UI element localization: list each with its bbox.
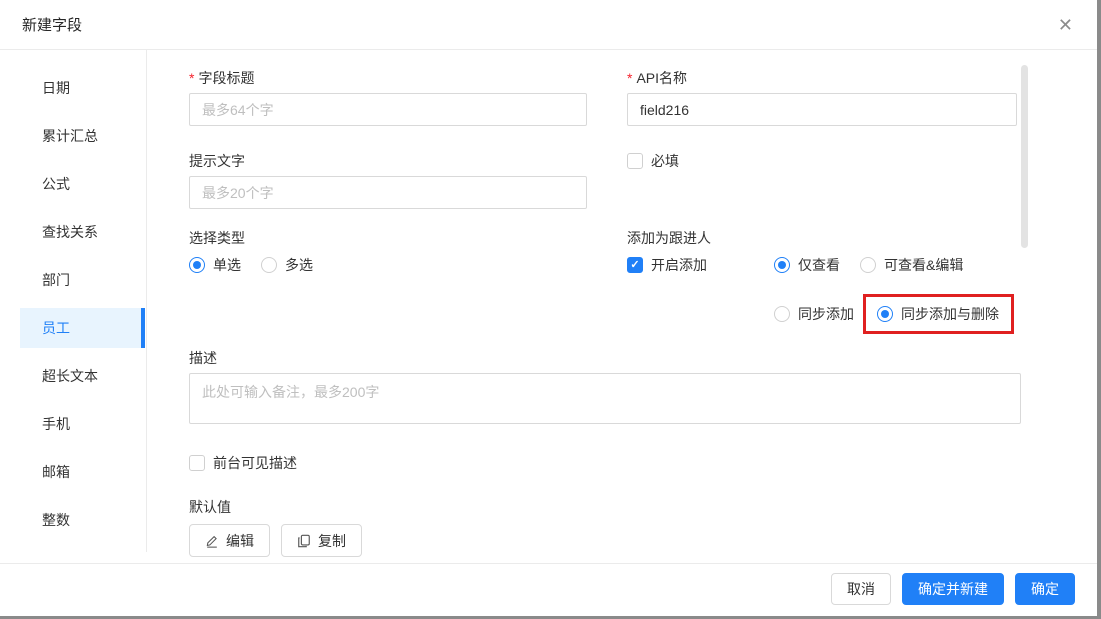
required-checkbox-label: 必填: [651, 151, 679, 171]
front-visible-checkbox[interactable]: [189, 455, 205, 471]
sidebar-item-9[interactable]: 整数: [20, 500, 145, 540]
field-type-sidebar: 日期累计汇总公式查找关系部门员工超长文本手机邮箱整数: [0, 50, 147, 552]
required-asterisk: *: [627, 70, 632, 86]
follower-label: 添加为跟进人: [627, 228, 1017, 248]
sidebar-item-1[interactable]: 累计汇总: [20, 116, 145, 156]
dialog-body: 日期累计汇总公式查找关系部门员工超长文本手机邮箱整数 *字段标题 *API名称 …: [0, 50, 1097, 563]
cancel-button[interactable]: 取消: [831, 573, 891, 605]
highlight-box: 同步添加与删除: [863, 294, 1014, 334]
dialog-footer: 取消 确定并新建 确定: [0, 563, 1097, 614]
enable-add-checkbox-label: 开启添加: [651, 255, 707, 275]
follower-row-2: 同步添加 同步添加与删除: [627, 294, 1017, 334]
radio-single-select[interactable]: [189, 257, 205, 273]
form-row-3: 选择类型 单选 多选 添加为跟进人: [189, 228, 1021, 334]
radio-view-and-edit[interactable]: [860, 257, 876, 273]
radio-sync-add[interactable]: [774, 306, 790, 322]
required-checkbox-group: 必填: [627, 151, 1017, 209]
confirm-and-new-button[interactable]: 确定并新建: [902, 573, 1004, 605]
copy-button[interactable]: 复制: [281, 524, 362, 557]
front-visible-group: 前台可见描述: [189, 453, 1021, 473]
dialog-header: 新建字段 ✕: [0, 0, 1097, 50]
form-row-1: *字段标题 *API名称: [189, 68, 1021, 126]
sidebar-item-0[interactable]: 日期: [20, 68, 145, 108]
dialog-title: 新建字段: [22, 14, 82, 35]
radio-multi-select[interactable]: [261, 257, 277, 273]
follower-group: 添加为跟进人 开启添加 仅查看 可查看&编辑: [627, 228, 1017, 334]
sidebar-item-5[interactable]: 员工: [20, 308, 145, 348]
description-group: 描述: [189, 348, 1021, 429]
radio-view-only-label: 仅查看: [798, 255, 840, 275]
default-value-label: 默认值: [189, 497, 1021, 517]
sidebar-item-6[interactable]: 超长文本: [20, 356, 145, 396]
hint-text-group: 提示文字: [189, 151, 587, 209]
field-title-input[interactable]: [189, 93, 587, 126]
required-checkbox[interactable]: [627, 153, 643, 169]
hint-text-label: 提示文字: [189, 151, 587, 171]
api-name-group: *API名称: [627, 68, 1017, 126]
default-value-group: 默认值 编辑 复制: [189, 497, 1021, 557]
edit-button[interactable]: 编辑: [189, 524, 270, 557]
radio-sync-add-and-delete-label: 同步添加与删除: [901, 304, 999, 324]
sidebar-item-2[interactable]: 公式: [20, 164, 145, 204]
confirm-button[interactable]: 确定: [1015, 573, 1075, 605]
description-textarea[interactable]: [189, 373, 1021, 424]
api-name-label: *API名称: [627, 68, 1017, 88]
radio-multi-select-label: 多选: [285, 255, 313, 275]
close-icon[interactable]: ✕: [1058, 16, 1073, 34]
sidebar-item-3[interactable]: 查找关系: [20, 212, 145, 252]
pencil-icon: [205, 534, 219, 548]
scrollbar-thumb[interactable]: [1021, 65, 1028, 248]
api-name-input[interactable]: [627, 93, 1017, 126]
description-label: 描述: [189, 348, 1021, 368]
required-asterisk: *: [189, 70, 194, 86]
sidebar-item-4[interactable]: 部门: [20, 260, 145, 300]
form-row-2: 提示文字 必填: [189, 151, 1021, 209]
radio-view-only[interactable]: [774, 257, 790, 273]
select-type-label: 选择类型: [189, 228, 587, 248]
radio-view-and-edit-label: 可查看&编辑: [884, 255, 963, 275]
form-content: *字段标题 *API名称 提示文字 必填: [189, 50, 1021, 563]
enable-add-checkbox[interactable]: [627, 257, 643, 273]
new-field-dialog: 新建字段 ✕ 日期累计汇总公式查找关系部门员工超长文本手机邮箱整数 *字段标题 …: [0, 0, 1101, 619]
copy-icon: [297, 534, 311, 548]
sidebar-item-8[interactable]: 邮箱: [20, 452, 145, 492]
radio-single-select-label: 单选: [213, 255, 241, 275]
front-visible-checkbox-label: 前台可见描述: [213, 453, 297, 473]
follower-row-1: 开启添加 仅查看 可查看&编辑: [627, 255, 1017, 275]
field-title-group: *字段标题: [189, 68, 587, 126]
field-title-label: *字段标题: [189, 68, 587, 88]
select-type-group: 选择类型 单选 多选: [189, 228, 587, 334]
radio-sync-add-label: 同步添加: [798, 304, 854, 324]
sidebar-item-7[interactable]: 手机: [20, 404, 145, 444]
hint-text-input[interactable]: [189, 176, 587, 209]
radio-sync-add-and-delete[interactable]: [877, 306, 893, 322]
